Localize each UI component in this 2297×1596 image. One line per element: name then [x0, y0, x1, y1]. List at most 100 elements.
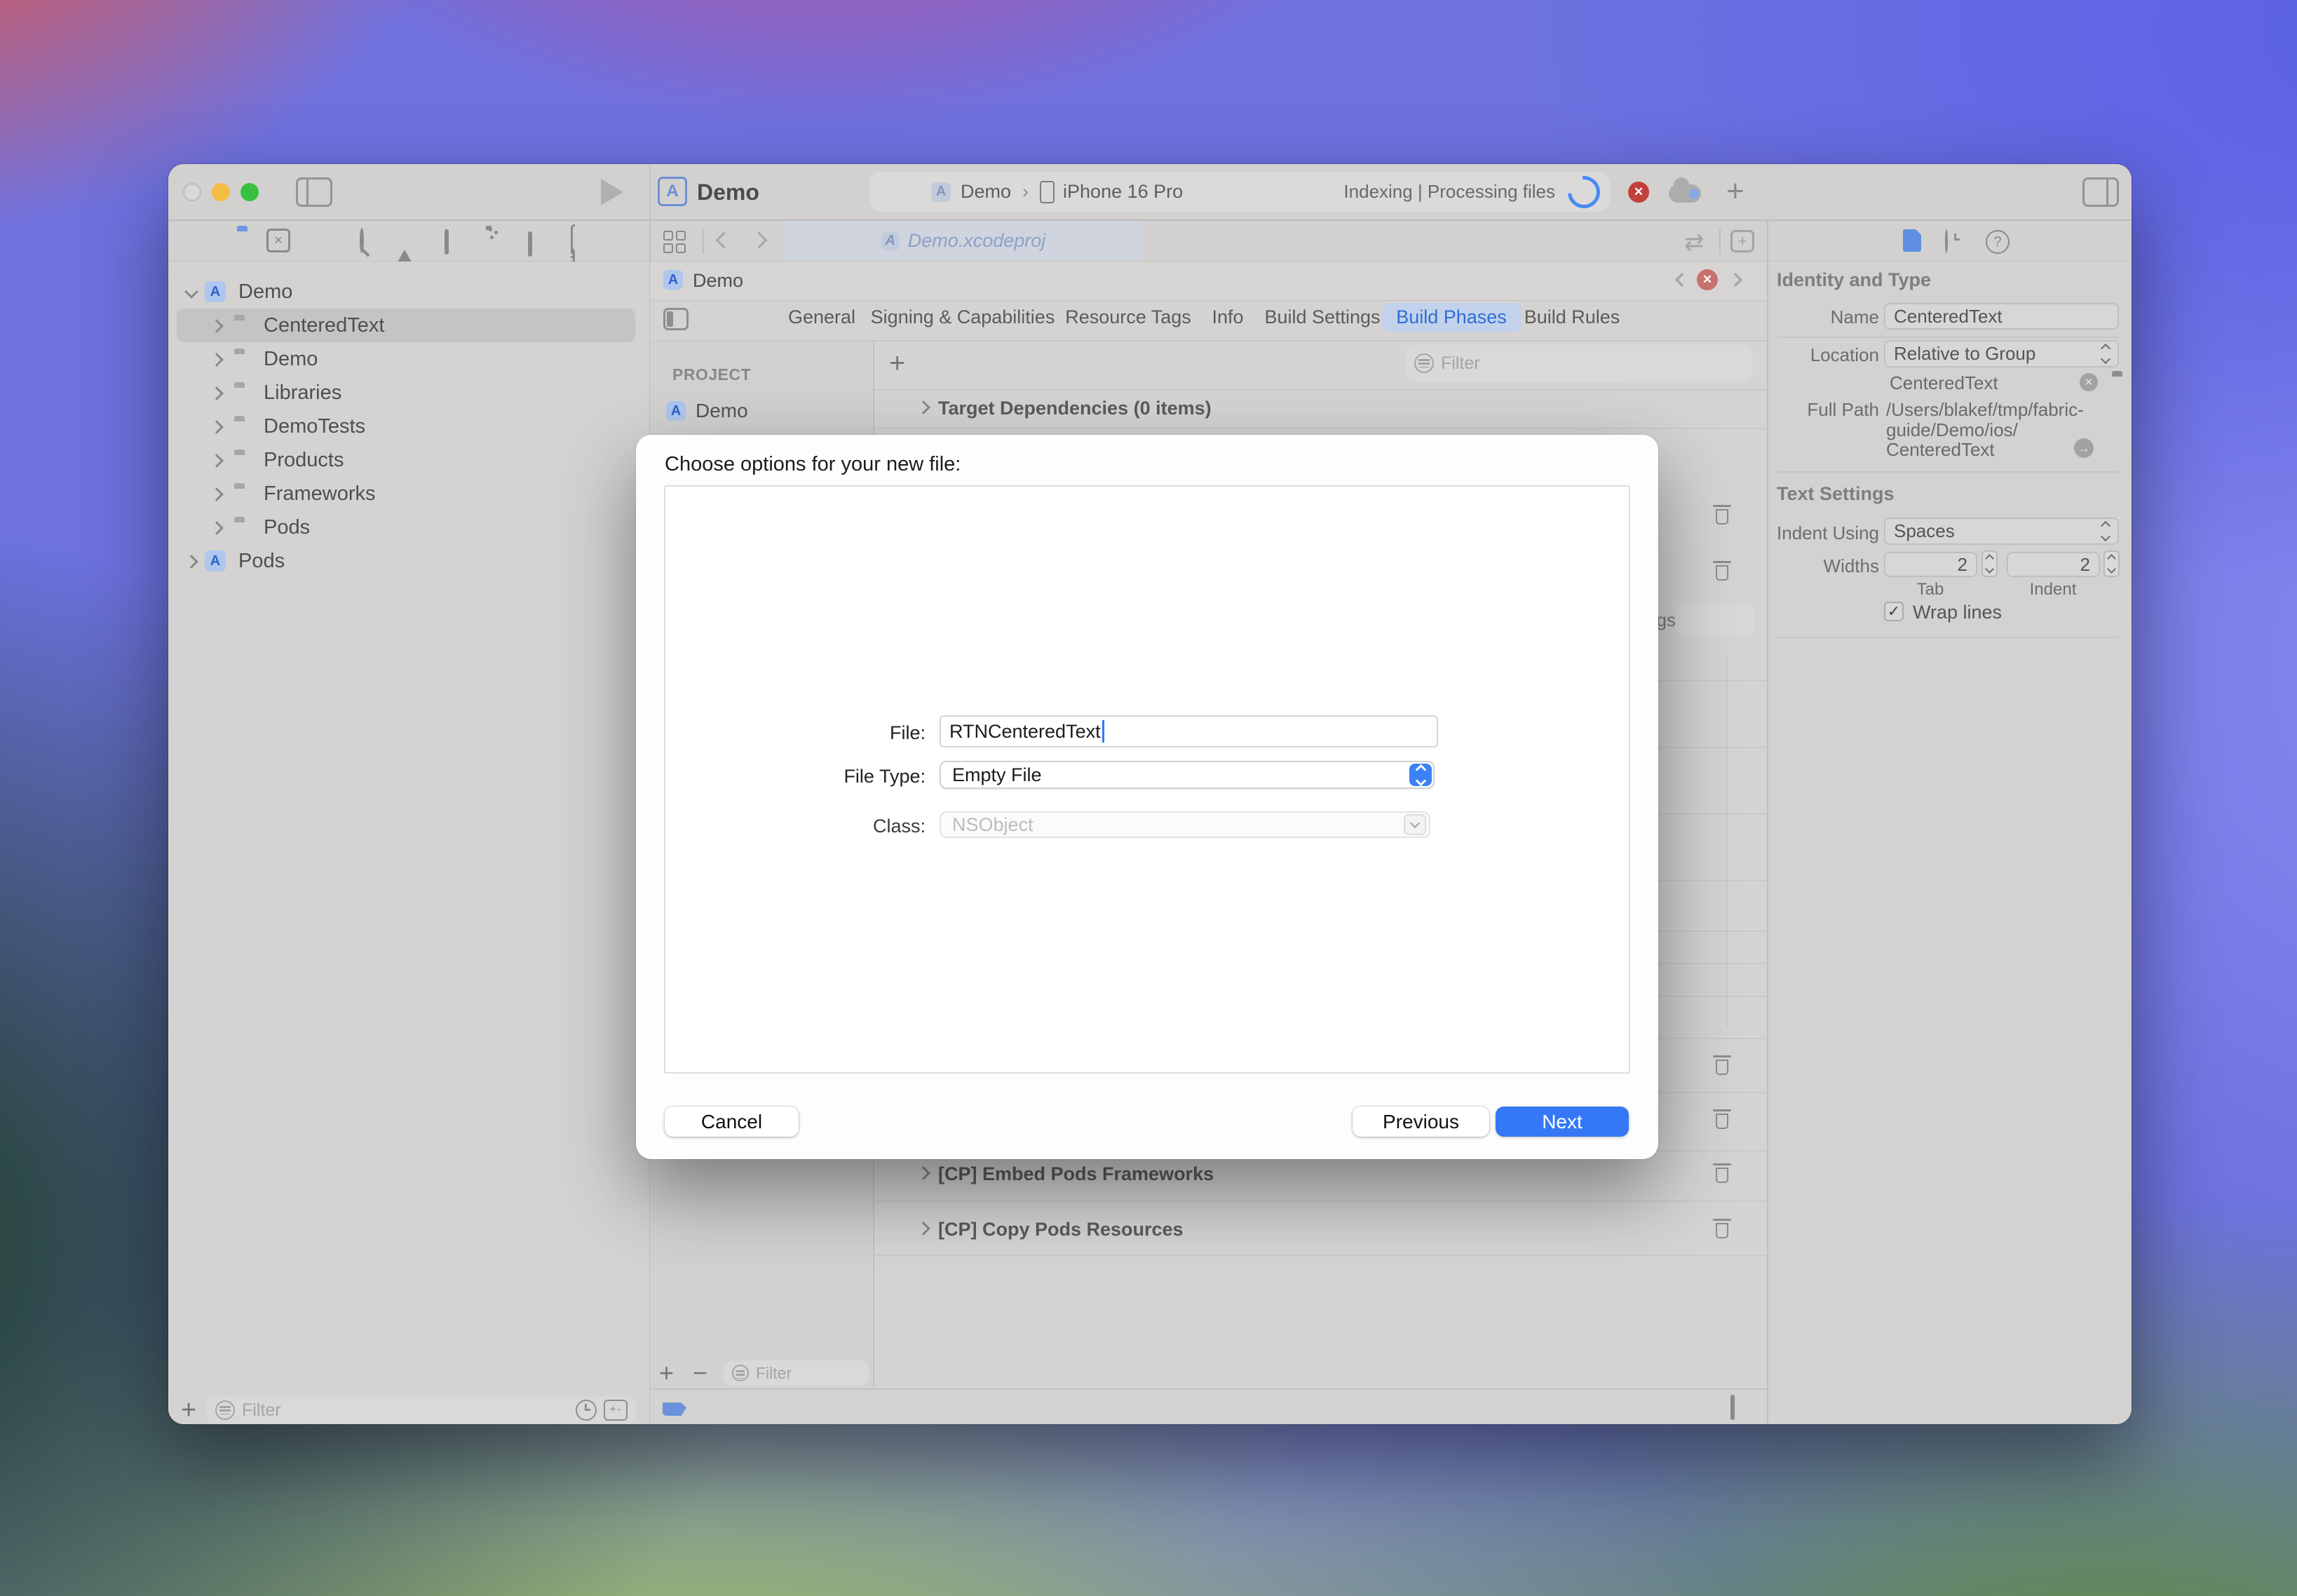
add-build-phase-icon[interactable]: +: [889, 348, 905, 379]
project-icon: [205, 550, 226, 572]
full-path-line: /Users/blakef/tmp/fabric-: [1886, 399, 2084, 421]
delete-phase-icon[interactable]: [1713, 1109, 1731, 1130]
disclosure-open-icon[interactable]: [184, 285, 198, 299]
sidebar-item-label: Libraries: [264, 376, 341, 410]
sidebar-item-products[interactable]: Products: [168, 443, 649, 477]
open-path-arrow-icon[interactable]: →: [2074, 438, 2094, 458]
combo-chevron-icon[interactable]: [1404, 814, 1426, 835]
delete-phase-icon[interactable]: [1713, 1055, 1731, 1076]
find-navigator-icon[interactable]: [360, 230, 364, 252]
issues-navigator-icon[interactable]: [393, 229, 416, 250]
add-file-icon[interactable]: +: [181, 1395, 196, 1424]
sidebar-item-frameworks[interactable]: Frameworks: [168, 477, 649, 510]
remove-target-icon[interactable]: −: [693, 1358, 707, 1388]
popup-stepper-icon[interactable]: [1409, 764, 1432, 786]
tab-info[interactable]: Info: [1212, 306, 1243, 328]
run-icon[interactable]: [601, 179, 623, 205]
delete-phase-icon[interactable]: [1713, 1219, 1731, 1240]
location-popup[interactable]: Relative to Group: [1884, 340, 2119, 367]
delete-phase-icon[interactable]: [1713, 1163, 1731, 1184]
cancel-button[interactable]: Cancel: [665, 1107, 799, 1137]
tab-build-phases[interactable]: Build Phases: [1382, 303, 1521, 332]
toggle-inspector-icon[interactable]: [2082, 177, 2119, 207]
disclosure-closed-icon[interactable]: [210, 521, 224, 535]
phase-embed-pods[interactable]: [CP] Embed Pods Frameworks: [938, 1163, 1214, 1185]
error-badge-icon[interactable]: ✕: [1697, 269, 1718, 290]
scheme-app-icon[interactable]: [658, 177, 687, 206]
previous-button[interactable]: Previous: [1353, 1107, 1489, 1137]
stop-error-icon[interactable]: ✕: [1628, 182, 1649, 203]
file-name-input[interactable]: RTNCenteredText: [940, 715, 1438, 748]
sidebar-item-centeredtext[interactable]: CenteredText: [168, 309, 649, 342]
sidebar-item-pods-project[interactable]: Pods: [168, 544, 649, 578]
indent-width-stepper[interactable]: [2103, 550, 2120, 577]
disclosure-closed-icon[interactable]: [210, 386, 224, 400]
tab-overview-icon[interactable]: [663, 231, 686, 253]
file-type-label: File Type:: [706, 766, 926, 787]
phase-disclosure-icon[interactable]: [916, 1222, 930, 1236]
help-inspector-icon[interactable]: ?: [1986, 230, 2010, 254]
name-field[interactable]: CenteredText: [1884, 303, 2119, 330]
flags-filter-icon[interactable]: +-: [604, 1400, 628, 1421]
tab-build-settings[interactable]: Build Settings: [1264, 306, 1380, 328]
sidebar-filter-input[interactable]: Filter +-: [207, 1397, 636, 1423]
tab-width-field[interactable]: 2: [1884, 552, 1977, 577]
activity-pill[interactable]: Demo › iPhone 16 Pro Indexing | Processi…: [869, 172, 1610, 212]
add-editor-icon[interactable]: +: [1730, 230, 1754, 252]
wrap-lines-checkbox[interactable]: [1884, 602, 1904, 621]
sidebar-item-demo-group[interactable]: Demo: [168, 342, 649, 376]
tab-general[interactable]: General: [788, 306, 855, 328]
disclosure-closed-icon[interactable]: [210, 487, 224, 501]
phase-copy-pods[interactable]: [CP] Copy Pods Resources: [938, 1219, 1184, 1240]
add-target-icon[interactable]: +: [659, 1358, 674, 1388]
recents-filter-icon[interactable]: [576, 1400, 597, 1421]
source-control-navigator-icon[interactable]: ✕: [266, 229, 290, 252]
sidebar-item-demo-project[interactable]: Demo: [168, 275, 649, 309]
phases-filter-input[interactable]: Filter: [1406, 345, 1753, 381]
indent-width-field[interactable]: 2: [2007, 552, 2100, 577]
add-tab-icon[interactable]: +: [1726, 174, 1744, 209]
class-combo[interactable]: NSObject: [940, 811, 1430, 838]
disclosure-closed-icon[interactable]: [184, 555, 198, 569]
activity-status: Indexing | Processing files: [1343, 181, 1555, 203]
location-label: Location: [1777, 344, 1879, 366]
phase-target-dependencies[interactable]: Target Dependencies (0 items): [938, 398, 1212, 419]
close-window-icon[interactable]: [183, 183, 201, 201]
delete-phase-icon[interactable]: [1713, 505, 1731, 526]
tab-signing-capabilities[interactable]: Signing & Capabilities: [871, 306, 1055, 328]
sidebar-item-libraries[interactable]: Libraries: [168, 376, 649, 410]
history-inspector-icon[interactable]: [1945, 229, 1948, 253]
zoom-window-icon[interactable]: [240, 183, 259, 201]
tab-resource-tags[interactable]: Resource Tags: [1065, 306, 1191, 328]
delete-phase-icon[interactable]: [1713, 561, 1731, 582]
outline-project-item[interactable]: Demo: [666, 400, 748, 422]
disclosure-closed-icon[interactable]: [210, 420, 224, 434]
indent-using-popup[interactable]: Spaces: [1884, 518, 2119, 545]
file-inspector-icon[interactable]: [1903, 229, 1921, 252]
tab-width-stepper[interactable]: [1981, 550, 1998, 577]
minimize-window-icon[interactable]: [212, 183, 230, 201]
disclosure-closed-icon[interactable]: [210, 353, 224, 367]
breakpoints-navigator-icon[interactable]: [528, 234, 532, 255]
next-button[interactable]: Next: [1496, 1107, 1629, 1137]
toggle-navigator-icon[interactable]: [296, 177, 332, 207]
class-label: Class:: [706, 816, 926, 837]
phase-disclosure-icon[interactable]: [916, 1166, 930, 1180]
sidebar-item-pods-group[interactable]: Pods: [168, 510, 649, 544]
editor-tab[interactable]: Demo.xcodeproj: [784, 221, 1143, 261]
toggle-bottom-bar-icon[interactable]: [1730, 1395, 1735, 1420]
outline-section-header: PROJECT: [672, 365, 751, 384]
scheme-name[interactable]: Demo: [697, 180, 759, 205]
file-type-popup[interactable]: Empty File: [940, 761, 1435, 789]
tab-build-rules[interactable]: Build Rules: [1524, 306, 1620, 328]
outline-toggle-icon[interactable]: [663, 308, 689, 330]
swap-editor-icon[interactable]: ⇄: [1684, 229, 1705, 257]
disclosure-closed-icon[interactable]: [210, 454, 224, 468]
cloud-status-icon[interactable]: [1669, 184, 1701, 203]
outline-filter-input[interactable]: Filter: [724, 1360, 869, 1386]
tests-navigator-icon[interactable]: [445, 231, 449, 253]
clear-location-icon[interactable]: ✕: [2080, 373, 2098, 391]
breadcrumb[interactable]: Demo: [693, 270, 743, 292]
phase-disclosure-icon[interactable]: [916, 400, 930, 414]
sidebar-item-demotests[interactable]: DemoTests: [168, 410, 649, 443]
